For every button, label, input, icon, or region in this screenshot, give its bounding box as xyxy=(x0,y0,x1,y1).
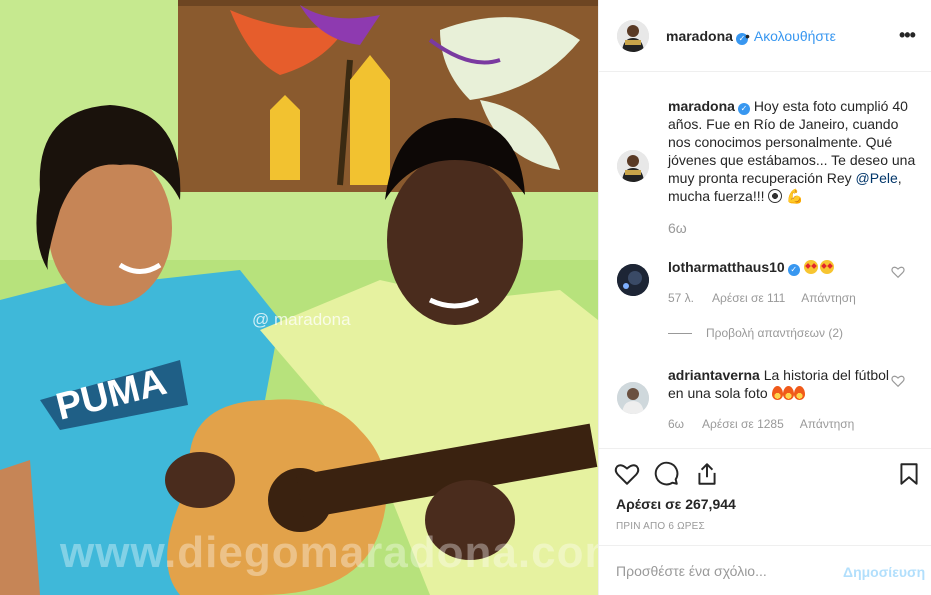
more-options-icon[interactable]: ••• xyxy=(899,25,916,46)
photo-site-watermark: www.diegomaradona.com xyxy=(60,528,598,577)
flexed-biceps-icon: 💪 xyxy=(786,188,804,204)
fire-emoji-icon xyxy=(771,386,783,400)
comment-likes[interactable]: Αρέσει σε 1285 xyxy=(702,417,784,431)
comment-like-heart-icon[interactable] xyxy=(891,374,905,388)
view-replies-button[interactable]: Προβολή απαντήσεων (2) xyxy=(668,326,843,340)
comment-bubble-icon[interactable] xyxy=(654,461,680,487)
share-icon[interactable] xyxy=(694,461,720,487)
caption-time[interactable]: 6ω xyxy=(668,220,687,236)
header-separator: • xyxy=(745,28,750,44)
comment-text: adriantaverna La historia del fútbol en … xyxy=(668,366,893,402)
add-comment-bar: Δημοσίευση xyxy=(599,545,931,595)
heart-eyes-emoji-icon xyxy=(803,260,818,274)
comment-text: lotharmatthaus10 ✓ xyxy=(668,258,893,276)
header-username[interactable]: maradona ✓ xyxy=(666,28,748,45)
fire-emoji-icon xyxy=(793,386,805,400)
soccer-ball-icon xyxy=(768,189,783,203)
post-actions: Αρέσει σε 267,944 ΠΡΙΝ ΑΠΟ 6 ΩΡΕΣ xyxy=(599,448,931,542)
fire-emoji-icon xyxy=(782,386,794,400)
photo-illustration: PUMA xyxy=(0,0,598,595)
header-avatar[interactable] xyxy=(617,20,649,52)
comment-reply-button[interactable]: Απάντηση xyxy=(800,417,855,431)
comment-meta: 6ω Αρέσει σε 1285 Απάντηση xyxy=(668,417,870,431)
comment-avatar[interactable] xyxy=(617,264,649,296)
comment-meta: 57 λ. Αρέσει σε 111 Απάντηση xyxy=(668,291,872,305)
caption-avatar[interactable] xyxy=(617,150,649,182)
caption-username[interactable]: maradona ✓ xyxy=(668,98,750,115)
caption-mention-link[interactable]: @Pele xyxy=(856,170,898,186)
comment-username[interactable]: lotharmatthaus10 ✓ xyxy=(668,259,800,276)
comment-like-heart-icon[interactable] xyxy=(891,265,905,279)
comment-likes[interactable]: Αρέσει σε 111 xyxy=(712,291,785,305)
verified-badge-icon: ✓ xyxy=(737,103,750,115)
comment-avatar[interactable] xyxy=(617,382,649,414)
follow-button[interactable]: • Ακολουθήστε xyxy=(745,28,836,44)
heart-eyes-emoji-icon xyxy=(819,260,834,274)
caption-text: maradona ✓ Hoy esta foto cumplió 40 años.… xyxy=(668,97,918,205)
post-side-panel: maradona ✓ • Ακολουθήστε ••• maradona ✓ Hoy… xyxy=(598,0,931,595)
comment-username[interactable]: adriantaverna xyxy=(668,367,760,383)
post-header: maradona ✓ • Ακολουθήστε ••• xyxy=(599,0,931,72)
post-timestamp[interactable]: ΠΡΙΝ ΑΠΟ 6 ΩΡΕΣ xyxy=(616,521,705,532)
publish-comment-button[interactable]: Δημοσίευση xyxy=(843,564,925,580)
post-photo[interactable]: PUMA @ maradona www.diegomaradona.com xyxy=(0,0,598,595)
comment-time[interactable]: 57 λ. xyxy=(668,291,694,305)
like-heart-icon[interactable] xyxy=(614,461,640,487)
comment-time[interactable]: 6ω xyxy=(668,417,684,431)
comment-reply-button[interactable]: Απάντηση xyxy=(801,291,856,305)
photo-watermark: @ maradona xyxy=(252,310,351,329)
verified-badge-icon: ✓ xyxy=(787,264,800,276)
post-like-count[interactable]: Αρέσει σε 267,944 xyxy=(616,496,736,512)
save-bookmark-icon[interactable] xyxy=(896,461,922,487)
follow-label: Ακολουθήστε xyxy=(753,28,836,44)
replies-divider-line xyxy=(668,333,692,334)
view-replies-label: Προβολή απαντήσεων (2) xyxy=(706,326,844,340)
add-comment-input[interactable] xyxy=(616,560,836,582)
